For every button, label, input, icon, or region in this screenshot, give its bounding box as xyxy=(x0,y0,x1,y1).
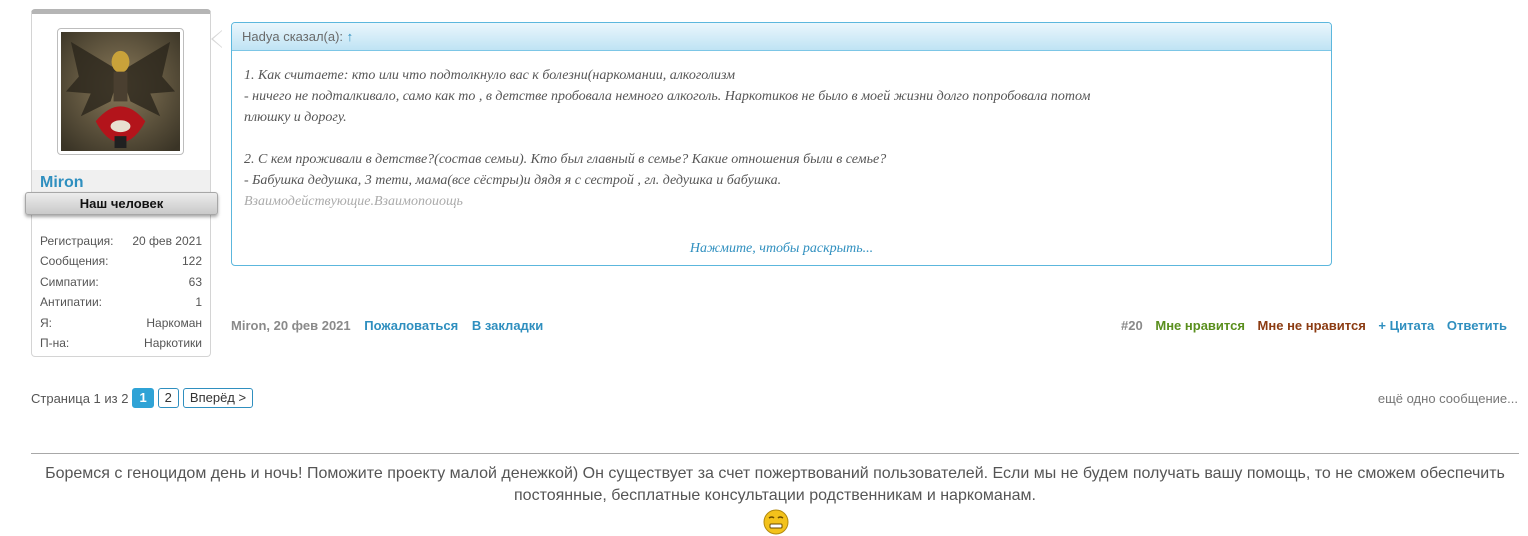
post-meta: Miron, 20 фев 2021 Пожаловаться В заклад… xyxy=(231,318,543,333)
quote-block: Hadya сказал(а): ↑ 1. Как считаете: кто … xyxy=(231,22,1332,266)
reply-button[interactable]: Ответить xyxy=(1447,318,1507,333)
page-indicator: Страница 1 из 2 xyxy=(31,390,129,406)
page-1-button[interactable]: 1 xyxy=(132,388,154,408)
avatar-image xyxy=(61,32,180,151)
more-messages-link[interactable]: ещё одно сообщение... xyxy=(1378,391,1518,406)
quote-author: Hadya сказал(а): xyxy=(242,29,344,44)
stat-label: Симпатии: xyxy=(40,274,99,289)
donation-notice: Боремся с геноцидом день и ночь! Поможит… xyxy=(45,465,1505,504)
quote-line: 2. С кем проживали в детстве?(состав сем… xyxy=(244,152,887,167)
smiley-icon xyxy=(763,509,789,535)
stat-row-self: Я: Наркоман xyxy=(40,313,202,333)
post-number-link[interactable]: #20 xyxy=(1121,318,1143,333)
quote-body: 1. Как считаете: кто или что подтолкнуло… xyxy=(244,65,1314,212)
next-page-button[interactable]: Вперёд > xyxy=(182,388,254,408)
stat-label: Я: xyxy=(40,315,52,330)
stat-value: Наркотики xyxy=(144,335,202,350)
stat-value: Наркоман xyxy=(146,315,202,330)
jump-to-quote-icon[interactable]: ↑ xyxy=(347,29,354,44)
stat-value: 1 xyxy=(195,295,202,310)
user-avatar[interactable] xyxy=(57,28,184,155)
username-link[interactable]: Miron xyxy=(40,174,84,192)
post-actions: #20 Мне нравится Мне не нравится + Цитат… xyxy=(1112,318,1507,333)
post-author-date[interactable]: Miron, 20 фев 2021 xyxy=(231,318,351,333)
stat-row-dislikes: Антипатии: 1 xyxy=(40,292,202,312)
stat-row-substance: П-на: Наркотики xyxy=(40,333,202,353)
stat-row-registration: Регистрация: 20 фев 2021 xyxy=(40,231,202,251)
quote-line: - ничего не подталкивало, само как то , … xyxy=(244,89,1091,104)
quote-line: 1. Как считаете: кто или что подтолкнуло… xyxy=(244,68,736,83)
stat-value: 20 фев 2021 xyxy=(132,234,202,248)
stat-row-likes: Симпатии: 63 xyxy=(40,272,202,292)
stat-label: Сообщения: xyxy=(40,254,109,269)
expand-quote-link[interactable]: Нажмите, чтобы раскрыть... xyxy=(232,241,1331,257)
stat-label: Регистрация: xyxy=(40,234,114,248)
stat-value: 63 xyxy=(188,274,202,289)
quote-header: Hadya сказал(а): ↑ xyxy=(232,23,1331,51)
stat-label: П-на: xyxy=(40,335,70,350)
quote-line: - Бабушка дедушка, 3 тети, мама(все сёст… xyxy=(244,173,782,188)
stat-row-messages: Сообщения: 122 xyxy=(40,251,202,271)
page-2-button[interactable]: 2 xyxy=(157,388,179,408)
post-pointer-inner xyxy=(213,31,222,47)
user-stats: Регистрация: 20 фев 2021 Сообщения: 122 … xyxy=(40,231,202,353)
like-button[interactable]: Мне нравится xyxy=(1155,318,1245,333)
report-link[interactable]: Пожаловаться xyxy=(364,318,458,333)
dislike-button[interactable]: Мне не нравится xyxy=(1258,318,1366,333)
stat-value[interactable]: 122 xyxy=(182,251,202,271)
user-title-badge: Наш человек xyxy=(25,192,218,215)
bookmark-link[interactable]: В закладки xyxy=(472,318,543,333)
quote-line: плюшку и дорогу. xyxy=(244,110,347,125)
quote-button[interactable]: + Цитата xyxy=(1378,318,1434,333)
divider xyxy=(31,453,1519,454)
quote-line: Взаимодействующие.Взаимопоиощь xyxy=(244,194,463,209)
pagination: Страница 1 из 2 1 2 Вперёд > xyxy=(31,388,254,408)
stat-label: Антипатии: xyxy=(40,295,102,310)
